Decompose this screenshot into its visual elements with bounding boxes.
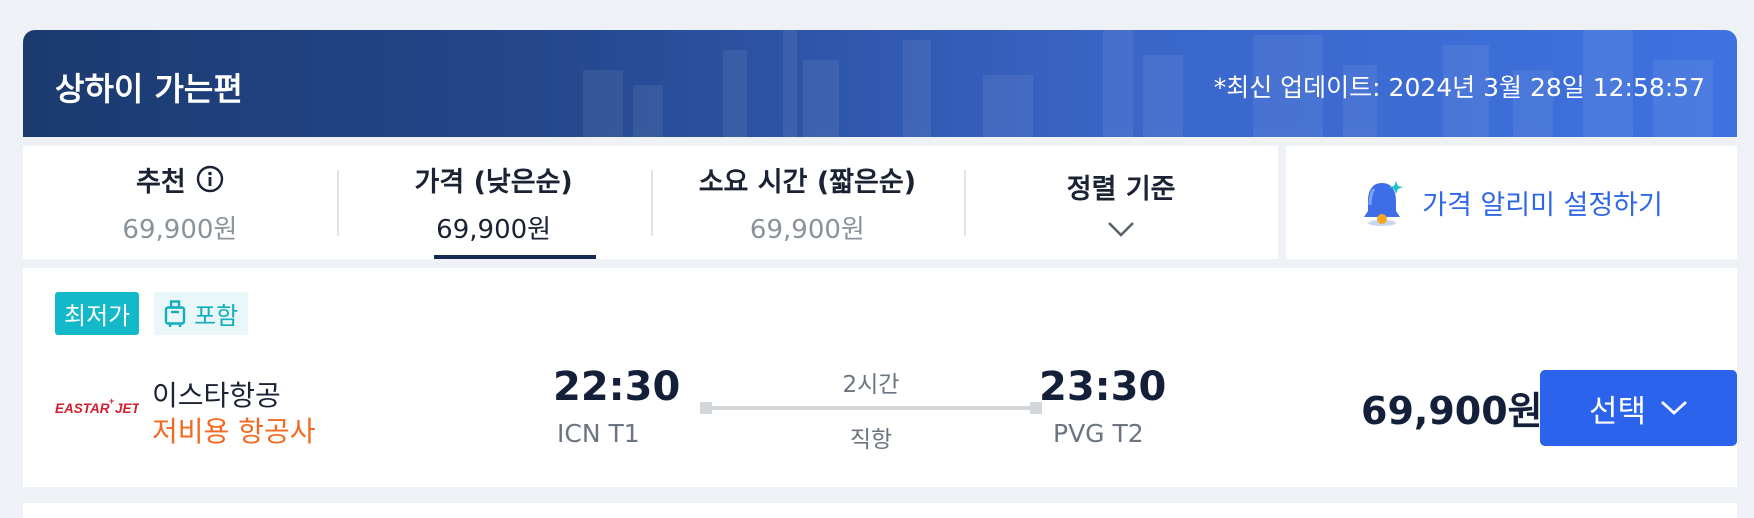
select-button-label: 선택 — [1588, 393, 1647, 430]
sort-tab-price: 69,900원 — [436, 214, 552, 245]
airline-name: 이스타항공 — [152, 379, 281, 412]
chevron-down-icon — [1661, 400, 1687, 415]
airline-logo: EASTAR + JET — [55, 396, 139, 416]
sort-criteria-dropdown[interactable]: 정렬 기준 — [964, 146, 1278, 259]
active-tab-indicator — [433, 255, 596, 259]
info-icon[interactable] — [196, 165, 224, 193]
sort-tab-price-low[interactable]: 가격 (낮은순) 69,900원 — [336, 146, 651, 259]
chevron-down-icon — [1108, 222, 1135, 237]
flight-result-card: 최저가 포함 EASTAR + JET 이스타항공 저비용 항공사 22:30 … — [23, 268, 1737, 487]
airline-type: 저비용 항공사 — [152, 415, 316, 448]
sort-criteria-label: 정렬 기준 — [1066, 174, 1176, 205]
select-button[interactable]: 선택 — [1540, 370, 1737, 446]
destination-header: 상하이 가는편 *최신 업데이트: 2024년 3월 28일 12:58:57 — [23, 30, 1737, 137]
sort-tab-duration-short[interactable]: 소요 시간 (짧은순) 69,900원 — [650, 146, 965, 259]
price-alert-button[interactable]: 가격 알리미 설정하기 — [1286, 146, 1737, 259]
stops-info: 직항 — [849, 427, 893, 453]
sort-tab-price: 69,900원 — [749, 214, 865, 245]
arrival-airport: PVG T2 — [1053, 419, 1144, 448]
svg-text:EASTAR: EASTAR — [55, 401, 110, 416]
svg-text:+: + — [109, 396, 114, 406]
sort-tab-label: 소요 시간 (짧은순) — [698, 166, 917, 198]
last-updated-text: *최신 업데이트: 2024년 3월 28일 12:58:57 — [1213, 73, 1705, 102]
price-alert-label: 가격 알리미 설정하기 — [1422, 190, 1663, 221]
bell-icon — [1364, 180, 1404, 226]
lowest-price-badge: 최저가 — [55, 292, 140, 335]
departure-time: 22:30 — [553, 364, 681, 410]
next-flight-card — [23, 503, 1737, 518]
sort-tab-label: 추천 — [136, 166, 186, 198]
svg-text:JET: JET — [115, 401, 139, 416]
luggage-icon — [164, 299, 186, 327]
page-title: 상하이 가는편 — [55, 70, 243, 108]
arrival-time: 23:30 — [1039, 364, 1167, 410]
flight-duration: 2시간 — [842, 372, 900, 398]
flight-price: 69,900원 — [1361, 389, 1543, 433]
departure-airport: ICN T1 — [557, 419, 640, 448]
sort-tab-price: 69,900원 — [122, 214, 238, 245]
sort-bar: 추천 69,900원 가격 (낮은순) 69,900원 소요 시간 (짧은순) … — [23, 146, 1278, 259]
route-line — [700, 402, 1042, 414]
baggage-included-badge: 포함 — [154, 292, 249, 335]
sort-tab-recommended[interactable]: 추천 69,900원 — [23, 146, 337, 259]
baggage-label: 포함 — [194, 302, 239, 330]
sort-tab-label: 가격 (낮은순) — [414, 166, 573, 198]
